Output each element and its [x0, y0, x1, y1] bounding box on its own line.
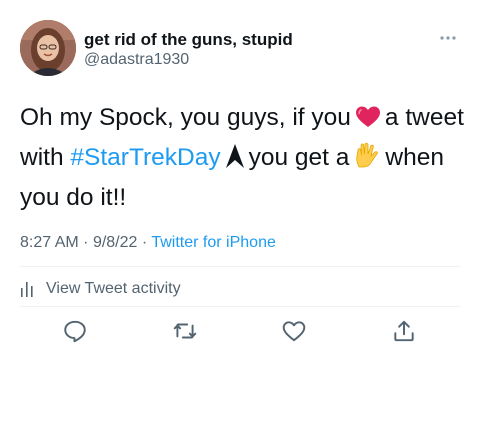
divider	[20, 266, 460, 267]
share-icon[interactable]	[391, 318, 417, 344]
hashtag-link[interactable]: #StarTrekDay	[70, 144, 220, 171]
meta-separator: ·	[141, 234, 148, 251]
starfleet-delta-icon	[225, 143, 245, 180]
analytics-icon	[21, 282, 33, 297]
red-heart-icon	[355, 104, 381, 140]
more-options-icon[interactable]	[438, 28, 458, 48]
reply-icon[interactable]	[62, 318, 88, 344]
view-tweet-activity-button[interactable]: View Tweet activity	[20, 280, 181, 298]
tweet-text: Oh my Spock, you guys, if you a tweet wit…	[20, 100, 470, 216]
retweet-icon[interactable]	[172, 318, 198, 344]
profile-photo	[20, 20, 76, 76]
avatar[interactable]	[20, 20, 76, 76]
tweet-actions-bar	[0, 318, 480, 344]
author-handle[interactable]: @adastra1930	[84, 51, 189, 69]
view-tweet-activity-label: View Tweet activity	[46, 280, 181, 297]
like-icon[interactable]	[281, 318, 307, 344]
meta-separator: ·	[83, 234, 89, 251]
tweet-time[interactable]: 8:27 AM	[20, 234, 79, 251]
divider	[20, 306, 460, 307]
tweet-source-link[interactable]: Twitter for iPhone	[151, 234, 276, 251]
tweet-text-part: you get a	[248, 144, 350, 171]
tweet-date[interactable]: 9/8/22	[93, 234, 137, 251]
tweet-meta: 8:27 AM · 9/8/22 · Twitter for iPhone	[20, 234, 276, 252]
author-display-name[interactable]: get rid of the guns, stupid	[84, 30, 293, 50]
vulcan-salute-icon	[353, 141, 381, 180]
tweet-text-part: Oh my Spock, you guys, if you	[20, 104, 351, 131]
